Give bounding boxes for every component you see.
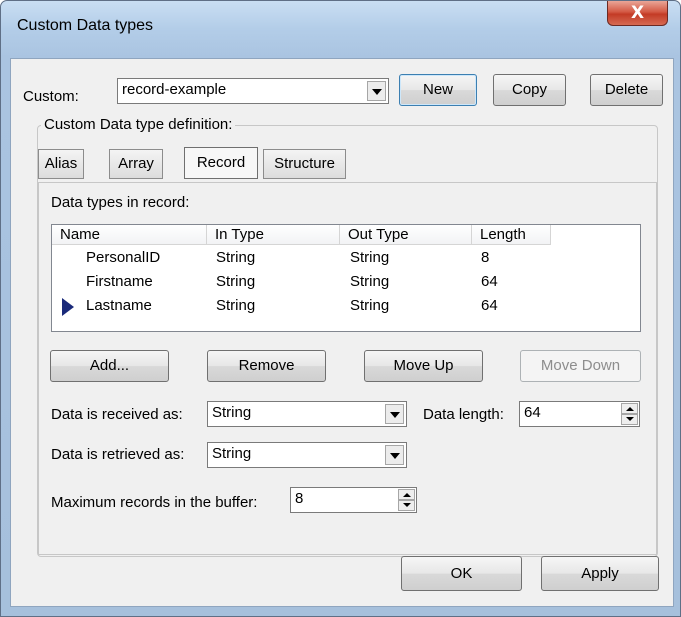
row-out-type: String (350, 249, 390, 266)
dialog-client: Custom: record-example New Copy Delete C… (10, 58, 674, 607)
chevron-down-icon[interactable] (385, 445, 404, 465)
delete-button[interactable]: Delete (590, 74, 663, 106)
spin-down-icon[interactable] (621, 414, 638, 425)
tab-record[interactable]: Record (184, 147, 258, 179)
row-in-type: String (216, 249, 256, 266)
record-list-label: Data types in record: (51, 194, 190, 211)
custom-label: Custom: (23, 88, 79, 105)
window-title: Custom Data types (17, 17, 154, 34)
column-header-name[interactable]: Name (52, 225, 207, 245)
received-select[interactable]: String (207, 401, 407, 427)
record-list[interactable]: Name In Type Out Type Length PersonalID … (51, 224, 641, 332)
custom-select-value: record-example (122, 81, 227, 98)
spin-down-icon[interactable] (398, 500, 415, 511)
max-records-value: 8 (295, 490, 304, 507)
row-in-type: String (216, 297, 256, 314)
row-out-type: String (350, 273, 390, 290)
retrieved-label: Data is retrieved as: (51, 446, 185, 463)
received-label: Data is received as: (51, 406, 183, 423)
column-header-in-type[interactable]: In Type (207, 225, 340, 245)
add-button[interactable]: Add... (50, 350, 169, 382)
data-length-stepper[interactable]: 64 (519, 401, 640, 427)
retrieved-select-value: String (212, 445, 252, 462)
retrieved-select[interactable]: String (207, 442, 407, 468)
row-length: 8 (481, 249, 490, 266)
spin-up-icon[interactable] (398, 489, 415, 500)
chevron-down-icon[interactable] (367, 81, 386, 101)
row-length: 64 (481, 297, 498, 314)
dialog-window: Custom Data types X Custom: record-examp… (0, 0, 681, 617)
column-header-out-type[interactable]: Out Type (340, 225, 472, 245)
custom-select[interactable]: record-example (117, 78, 389, 104)
tab-alias[interactable]: Alias (38, 149, 84, 179)
chevron-down-icon[interactable] (385, 404, 404, 424)
move-down-button[interactable]: Move Down (520, 350, 641, 382)
column-header-length[interactable]: Length (472, 225, 551, 245)
move-up-button[interactable]: Move Up (364, 350, 483, 382)
row-name: Lastname (86, 297, 152, 314)
data-length-value: 64 (524, 404, 541, 421)
max-records-stepper[interactable]: 8 (290, 487, 417, 513)
apply-button[interactable]: Apply (541, 556, 659, 591)
tab-structure[interactable]: Structure (263, 149, 346, 179)
table-row[interactable]: PersonalID String String 8 (52, 246, 640, 270)
row-out-type: String (350, 297, 390, 314)
close-button[interactable]: X (607, 1, 668, 26)
new-button[interactable]: New (399, 74, 477, 106)
table-row[interactable]: Lastname String String 64 (52, 294, 640, 318)
remove-button[interactable]: Remove (207, 350, 326, 382)
tab-array[interactable]: Array (109, 149, 163, 179)
data-length-label: Data length: (423, 406, 504, 423)
copy-button[interactable]: Copy (493, 74, 566, 106)
ok-button[interactable]: OK (401, 556, 522, 591)
row-name: PersonalID (86, 249, 161, 266)
spin-up-icon[interactable] (621, 403, 638, 414)
max-records-label: Maximum records in the buffer: (51, 494, 258, 511)
row-name: Firstname (86, 273, 153, 290)
row-length: 64 (481, 273, 498, 290)
table-row[interactable]: Firstname String String 64 (52, 270, 640, 294)
row-in-type: String (216, 273, 256, 290)
definition-group-label: Custom Data type definition: (41, 116, 236, 133)
received-select-value: String (212, 404, 252, 421)
current-row-marker-icon (62, 298, 74, 316)
